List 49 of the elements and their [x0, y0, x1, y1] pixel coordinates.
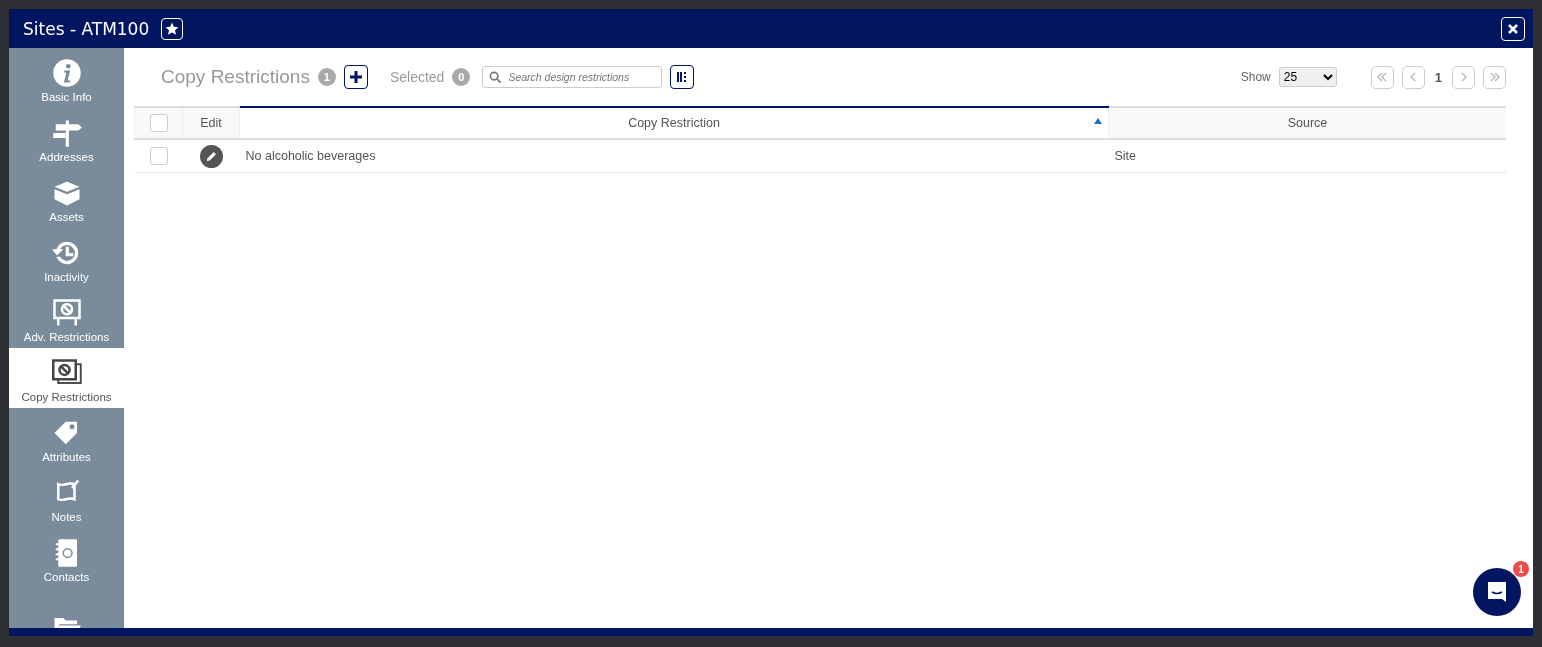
count-badge: 1 [317, 68, 336, 86]
first-page-button[interactable] [1370, 65, 1394, 89]
sort-ascending-icon [1094, 118, 1102, 124]
close-icon [1508, 23, 1518, 34]
plus-icon [348, 70, 363, 84]
pencil-icon [205, 150, 217, 162]
select-all-checkbox[interactable] [149, 114, 168, 132]
show-label: Show [1240, 70, 1271, 84]
columns-icon [676, 71, 689, 83]
chevron-left-icon [1408, 71, 1419, 83]
sidebar-item[interactable]: Contacts [9, 528, 124, 588]
sidebar-item[interactable]: Attributes [9, 408, 124, 468]
favorite-button[interactable] [161, 17, 184, 40]
sidebar-icon [51, 118, 82, 148]
sidebar-item[interactable]: Adv. Restrictions [9, 288, 124, 348]
selected-count-badge: 0 [452, 68, 471, 86]
search-field[interactable]: Search design restrictions [482, 66, 663, 88]
sidebar-item[interactable]: Inactivity [9, 228, 124, 288]
search-icon [489, 71, 503, 84]
sidebar-item[interactable]: Copy Restrictions [9, 348, 124, 408]
add-button[interactable] [343, 65, 368, 89]
column-header[interactable]: Source [1108, 107, 1506, 139]
sidebar-icon [51, 58, 82, 88]
chevron-right-icon [1458, 71, 1469, 83]
double-chevron-right-icon [1488, 71, 1501, 83]
page-title: Copy Restrictions [161, 66, 310, 88]
edit-button[interactable] [199, 144, 223, 168]
chat-button[interactable] [1473, 568, 1521, 616]
sidebar-item[interactable]: Addresses [9, 108, 124, 168]
notification-badge: 1 [1513, 561, 1529, 577]
column-header[interactable]: Copy Restriction [239, 107, 1109, 139]
window-title: Sites - ATM100 [23, 18, 150, 39]
column-header[interactable]: Edit [182, 107, 240, 139]
table-cell: No alcoholic beverages [239, 139, 1109, 173]
sidebar-item[interactable]: Notes [9, 468, 124, 528]
columns-button[interactable] [670, 65, 695, 89]
double-chevron-left-icon [1376, 71, 1389, 83]
sidebar-item[interactable]: Basic Info [9, 48, 124, 108]
chat-bubble-icon [1485, 580, 1509, 604]
row-checkbox[interactable] [149, 147, 168, 165]
selected-label: Selected [389, 69, 445, 85]
sidebar-icon [51, 298, 82, 328]
page-size-select[interactable]: 25 [1278, 67, 1337, 87]
sidebar-item[interactable]: Assets [9, 168, 124, 228]
table-cell: Site [1108, 139, 1506, 173]
close-button[interactable] [1501, 16, 1525, 41]
last-page-button[interactable] [1483, 65, 1506, 89]
star-icon [165, 21, 180, 36]
page-number: 1 [1434, 69, 1442, 85]
